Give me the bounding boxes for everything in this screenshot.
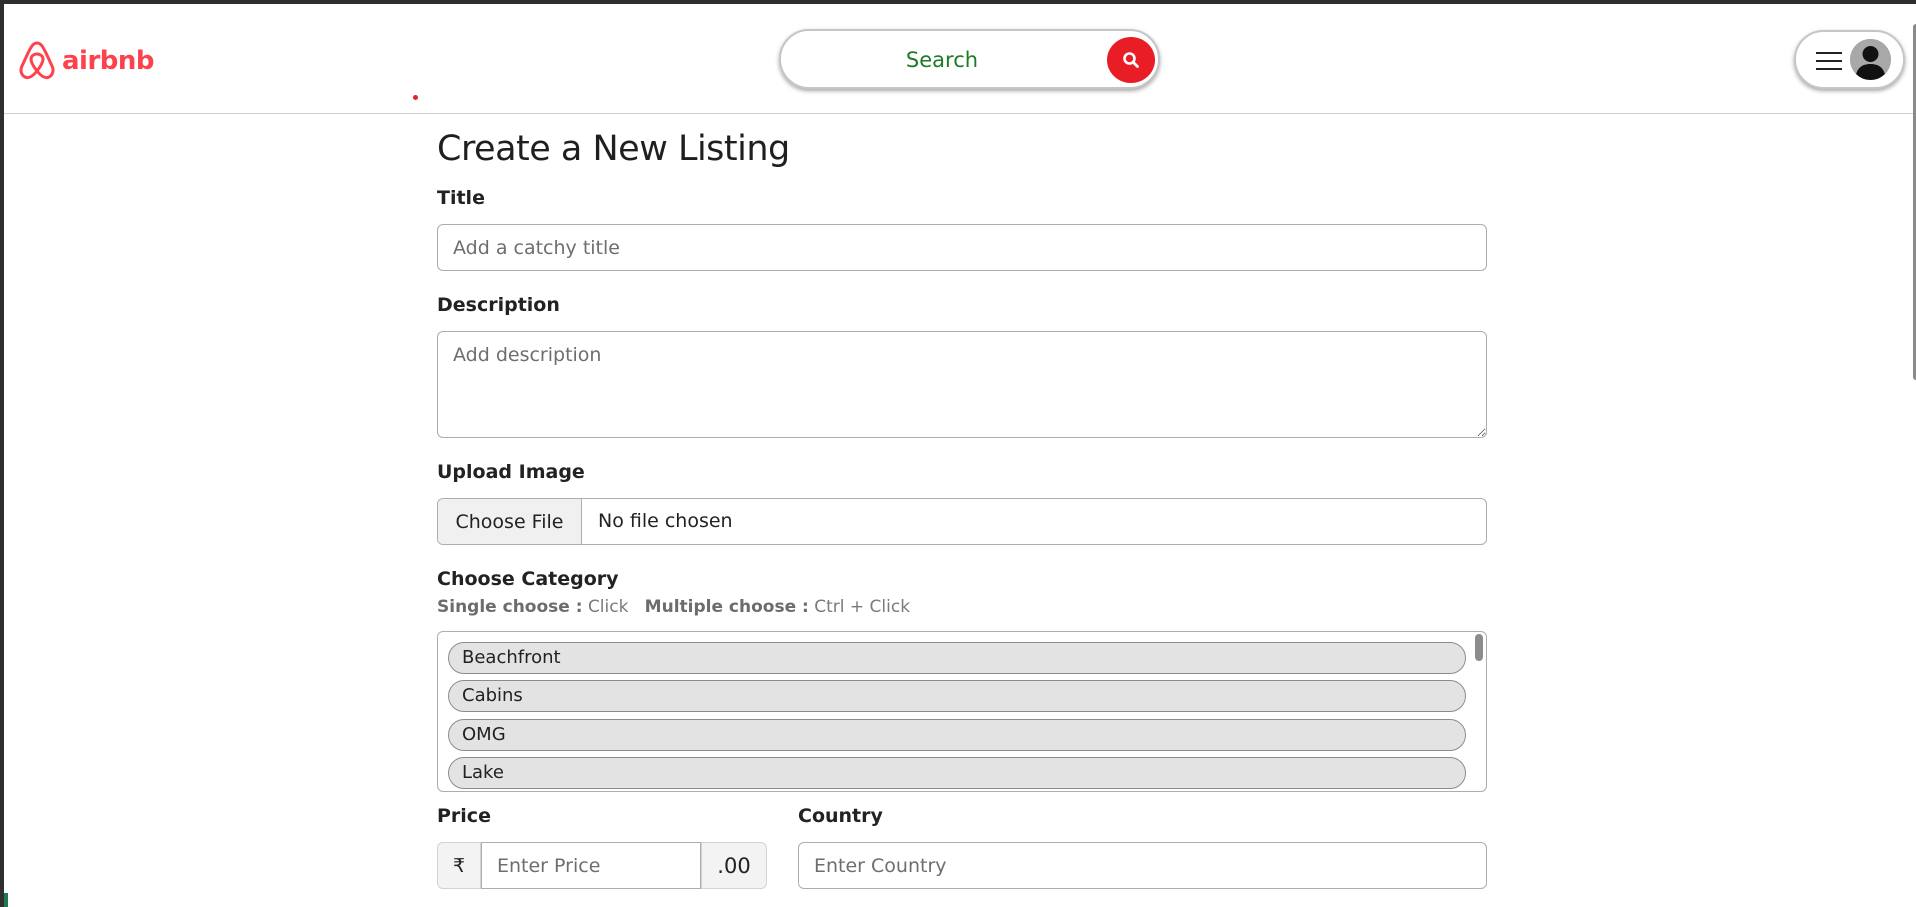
browser-viewport: airbnb Search Create a New Listing Title… [0, 0, 1916, 907]
category-label: Choose Category [437, 568, 619, 590]
price-suffix-addon: .00 [701, 842, 767, 889]
hamburger-menu-icon [1816, 52, 1842, 70]
brand-logo-link[interactable]: airbnb [18, 40, 155, 82]
image-file-input[interactable]: Choose File No file chosen [437, 498, 1487, 545]
title-input[interactable] [437, 224, 1487, 271]
hint-single-label: Single choose : [437, 597, 583, 617]
search-input[interactable] [795, 39, 1089, 81]
choose-file-button[interactable]: Choose File [438, 499, 582, 544]
upload-image-label: Upload Image [437, 461, 585, 483]
category-option[interactable]: OMG [448, 719, 1466, 751]
country-label: Country [798, 805, 883, 827]
description-label: Description [437, 294, 560, 316]
category-select[interactable]: Beachfront Cabins OMG Lake [437, 631, 1487, 792]
navbar: airbnb [4, 4, 1916, 114]
decorative-dot [413, 95, 418, 100]
price-input-group: ₹ .00 [437, 842, 767, 889]
taskbar-edge [4, 893, 8, 907]
search-bar [779, 29, 1160, 89]
category-option[interactable]: Beachfront [448, 642, 1466, 674]
country-input[interactable] [798, 842, 1487, 889]
description-textarea[interactable] [437, 331, 1487, 438]
file-status-text: No file chosen [598, 510, 733, 532]
hint-single-value: Click [587, 597, 629, 617]
title-label: Title [437, 187, 485, 209]
search-button[interactable] [1107, 37, 1155, 83]
currency-addon: ₹ [437, 842, 481, 889]
search-icon [1123, 52, 1139, 68]
brand-text: airbnb [62, 46, 155, 76]
category-option[interactable]: Lake [448, 757, 1466, 789]
price-label: Price [437, 805, 491, 827]
page-title: Create a New Listing [437, 129, 790, 169]
hint-multi-value: Ctrl + Click [814, 597, 911, 617]
airbnb-logo-icon [19, 41, 55, 80]
category-hint: Single choose : Click Multiple choose : … [437, 597, 910, 617]
category-scrollbar[interactable] [1475, 634, 1483, 661]
price-input[interactable] [481, 842, 701, 889]
hint-multi-label: Multiple choose : [644, 597, 809, 617]
category-option[interactable]: Cabins [448, 680, 1466, 712]
user-avatar-icon [1850, 39, 1891, 80]
user-menu-button[interactable] [1794, 30, 1905, 89]
